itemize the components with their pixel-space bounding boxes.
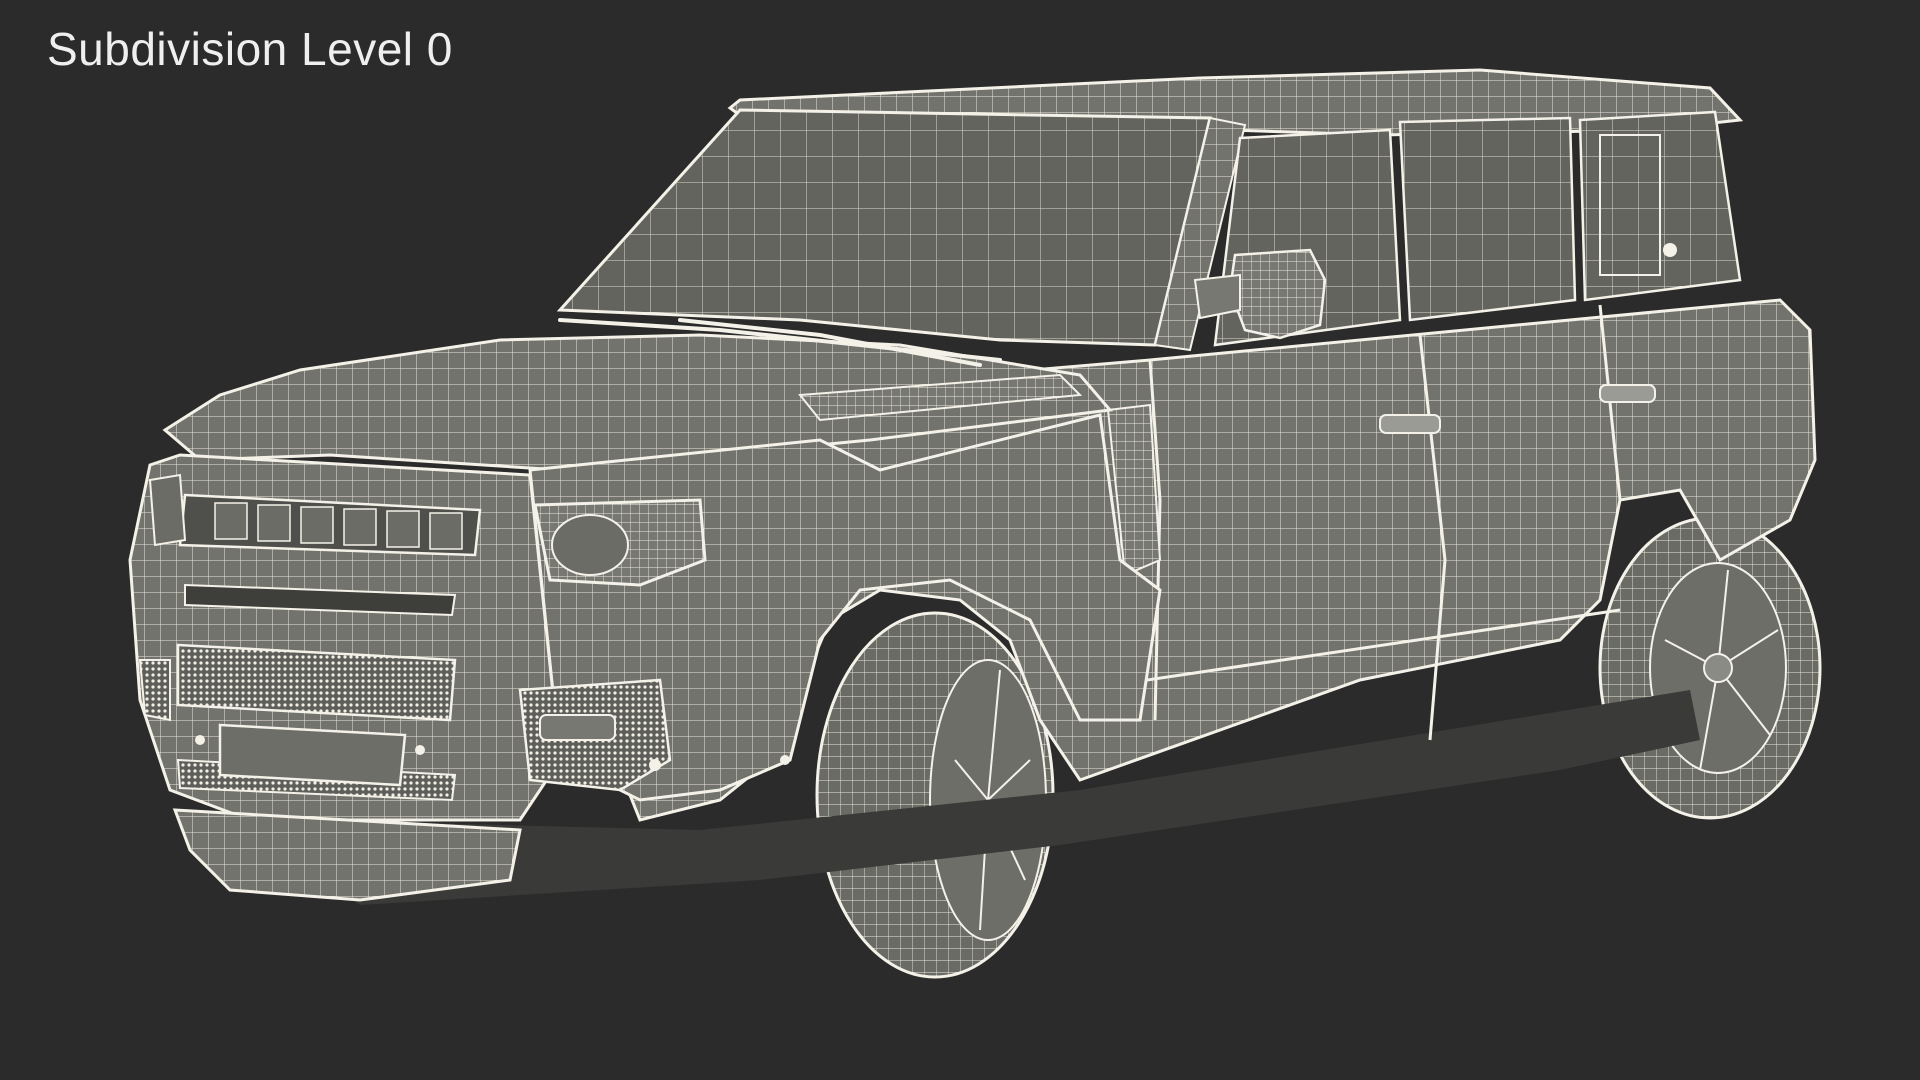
front-wheel [815,611,1055,979]
suv-wireframe-model [128,68,1822,979]
render-viewport: Subdivision Level 0 [0,0,1920,1080]
side-mirror [1193,248,1327,340]
rear-wheel [1598,516,1822,820]
subdivision-level-label: Subdivision Level 0 [47,23,453,75]
